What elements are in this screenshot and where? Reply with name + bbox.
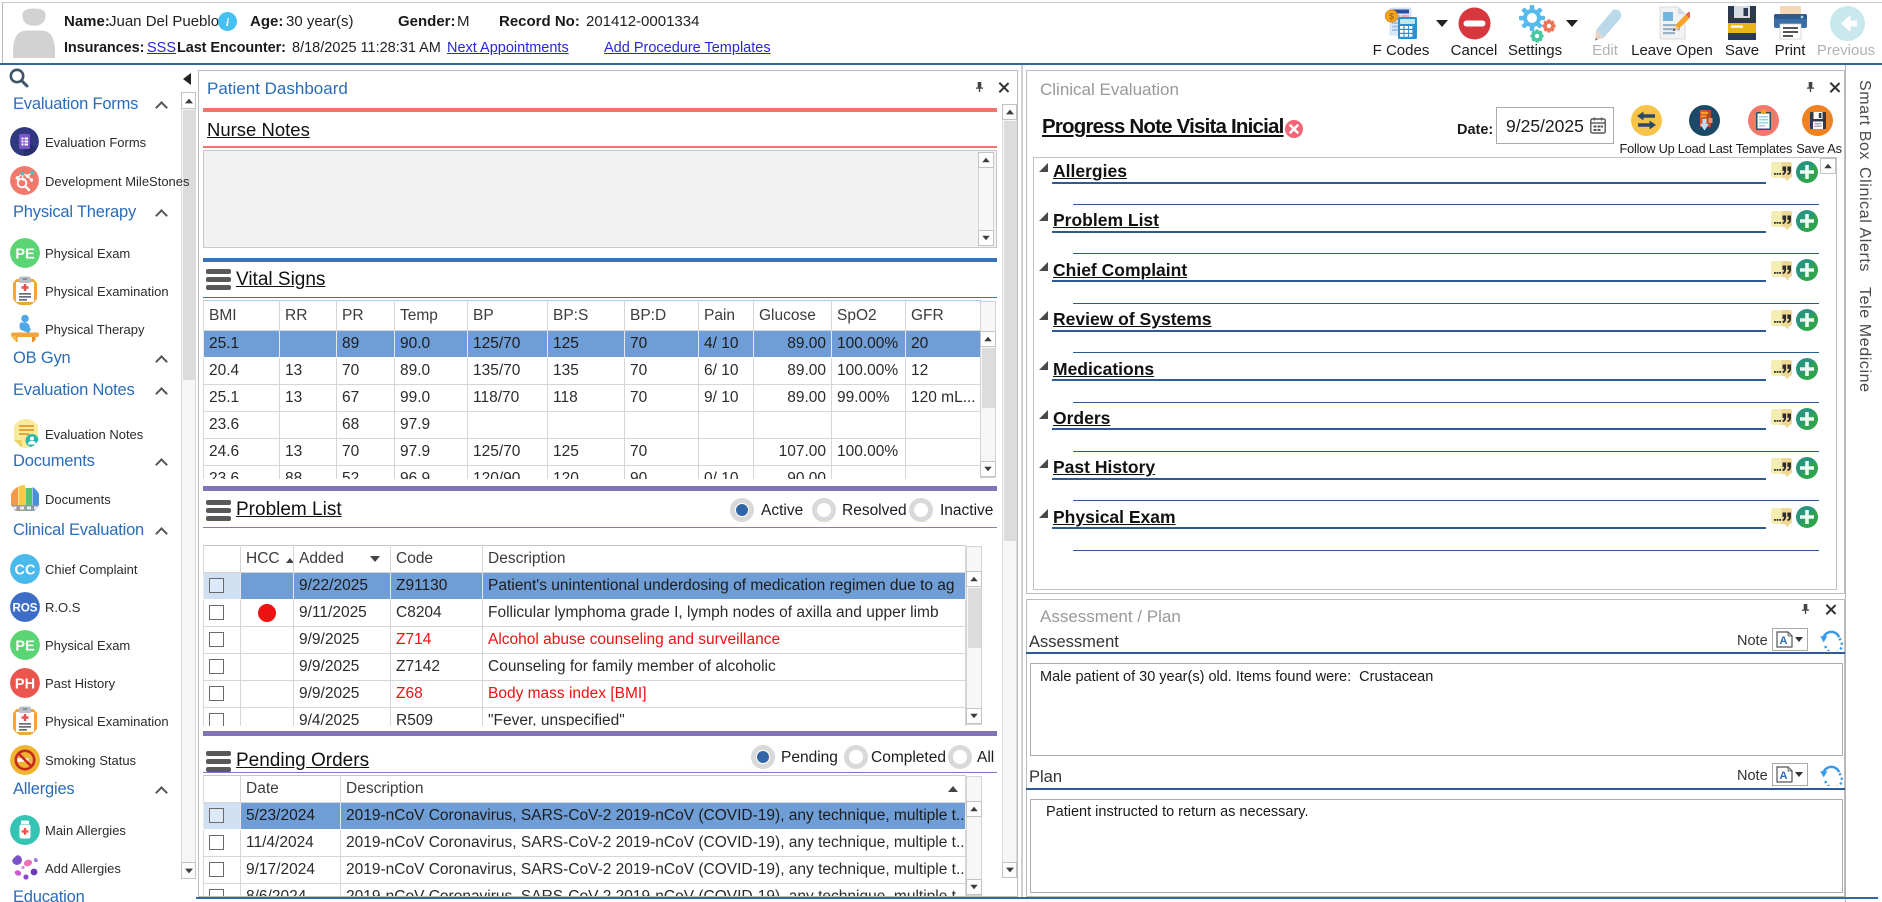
svg-text:PE: PE (15, 247, 35, 263)
svg-text:PH: PH (15, 677, 35, 693)
svg-text:A: A (1780, 635, 1788, 647)
svg-text:$: $ (1389, 12, 1394, 22)
svg-text:CC: CC (15, 563, 36, 579)
svg-text:A: A (1780, 770, 1788, 782)
svg-text:PE: PE (15, 639, 35, 655)
svg-text:ROS: ROS (13, 603, 38, 615)
